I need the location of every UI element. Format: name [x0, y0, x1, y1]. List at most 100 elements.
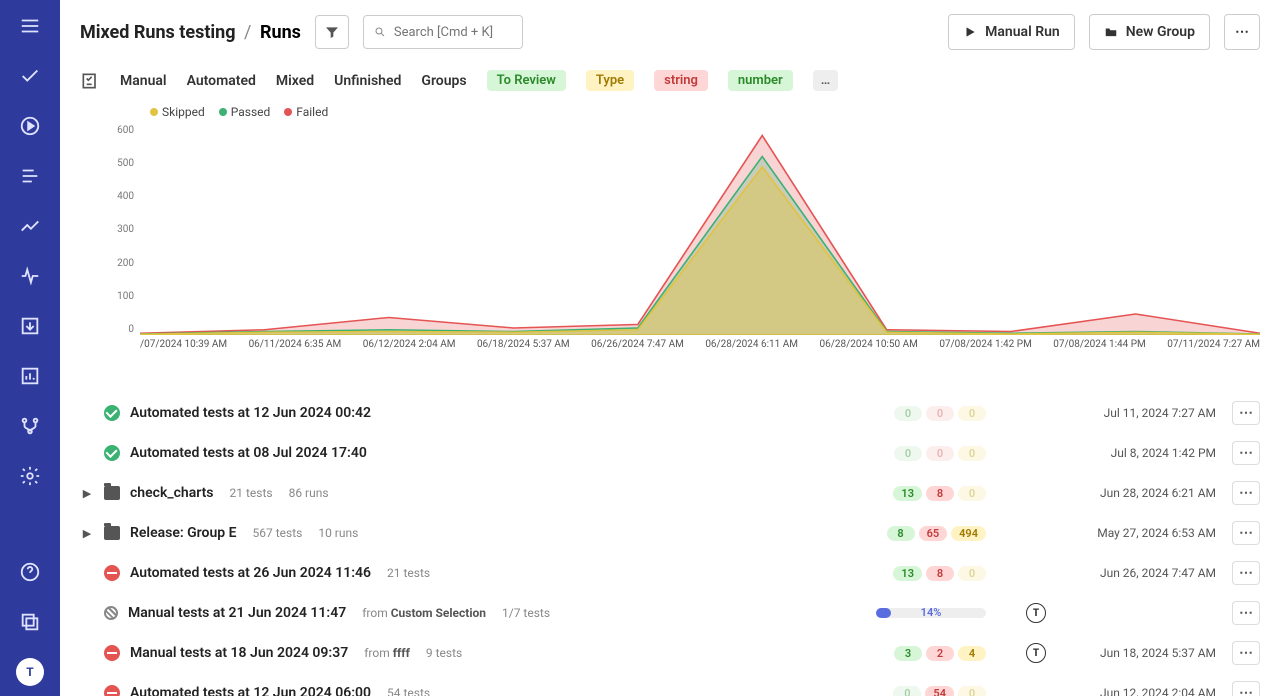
search-box[interactable] [363, 15, 523, 49]
folder-icon [104, 486, 120, 500]
row-menu-button[interactable]: ⋯ [1232, 561, 1260, 585]
run-tests: 9 tests [426, 646, 462, 660]
breadcrumb-parent[interactable]: Mixed Runs testing [80, 22, 236, 43]
run-tests: 21 tests [230, 486, 273, 500]
trend-icon[interactable] [16, 212, 44, 240]
run-from: from Custom Selection [362, 606, 486, 620]
run-runs: 86 runs [289, 486, 329, 500]
checklist-icon[interactable] [80, 71, 100, 91]
row-menu-button[interactable]: ⋯ [1232, 641, 1260, 665]
run-title: Release: Group E [130, 525, 237, 541]
pill-skipped: 4 [958, 646, 986, 661]
legend-skipped: Skipped [150, 105, 205, 119]
sidebar: T [0, 0, 60, 696]
run-tests: 567 tests [253, 526, 303, 540]
chevron-right-icon[interactable]: ▶ [80, 487, 94, 500]
pill-passed: 13 [893, 566, 922, 581]
list-icon[interactable] [16, 162, 44, 190]
run-row[interactable]: Automated tests at 12 Jun 2024 06:00 54 … [72, 673, 1268, 696]
run-row[interactable]: Manual tests at 21 Jun 2024 11:47 from C… [72, 593, 1268, 633]
pulse-icon[interactable] [16, 262, 44, 290]
check-icon[interactable] [16, 62, 44, 90]
tab-mixed[interactable]: Mixed [276, 73, 314, 89]
assignee-avatar[interactable]: T [1026, 643, 1046, 663]
breadcrumb-current: Runs [260, 22, 301, 43]
pill-skipped: 0 [958, 486, 986, 501]
row-menu-button[interactable]: ⋯ [1232, 601, 1260, 625]
run-date: Jul 8, 2024 1:42 PM [1056, 446, 1216, 460]
help-icon[interactable] [16, 558, 44, 586]
run-title: Automated tests at 12 Jun 2024 00:42 [130, 405, 371, 421]
tab-automated[interactable]: Automated [187, 73, 256, 89]
run-date: Jun 12, 2024 2:04 AM [1056, 686, 1216, 696]
row-menu-button[interactable]: ⋯ [1232, 481, 1260, 505]
run-date: Jul 11, 2024 7:27 AM [1056, 406, 1216, 420]
run-title: Manual tests at 18 Jun 2024 09:37 [130, 645, 348, 661]
pill-skipped: 494 [951, 526, 986, 541]
pill-skipped: 0 [958, 406, 986, 421]
run-row[interactable]: Automated tests at 12 Jun 2024 00:42 0 0… [72, 393, 1268, 433]
group-row[interactable]: ▶ Release: Group E 567 tests 10 runs 8 6… [72, 513, 1268, 553]
gear-icon[interactable] [16, 462, 44, 490]
chart: 6005004003002001000 /07/2024 10:39 AM06/… [140, 125, 1260, 385]
folder-plus-icon [1104, 25, 1118, 39]
run-row[interactable]: Automated tests at 08 Jul 2024 17:40 0 0… [72, 433, 1268, 473]
search-input[interactable] [394, 25, 512, 40]
run-row[interactable]: Automated tests at 26 Jun 2024 11:46 21 … [72, 553, 1268, 593]
run-title: Automated tests at 26 Jun 2024 11:46 [130, 565, 371, 581]
manual-run-button[interactable]: Manual Run [948, 14, 1075, 50]
row-menu-button[interactable]: ⋯ [1232, 401, 1260, 425]
pill-failed: 54 [925, 686, 954, 696]
pill-passed: 0 [894, 406, 922, 421]
pill-skipped: 0 [958, 446, 986, 461]
row-menu-button[interactable]: ⋯ [1232, 681, 1260, 696]
status-icon [104, 606, 118, 620]
run-date: Jun 28, 2024 6:21 AM [1056, 486, 1216, 500]
row-menu-button[interactable]: ⋯ [1232, 521, 1260, 545]
pill-passed: 3 [894, 646, 922, 661]
group-row[interactable]: ▶ check_charts 21 tests 86 runs 13 8 0 J… [72, 473, 1268, 513]
breadcrumb: Mixed Runs testing / Runs [80, 22, 301, 43]
status-pills: 13 8 0 [876, 566, 986, 581]
row-menu-button[interactable]: ⋯ [1232, 441, 1260, 465]
menu-icon[interactable] [16, 12, 44, 40]
assignee-avatar[interactable]: T [1026, 603, 1046, 623]
chip-number[interactable]: number [728, 70, 793, 91]
play-icon [963, 25, 977, 39]
run-title: Automated tests at 08 Jul 2024 17:40 [130, 445, 367, 461]
run-title: Automated tests at 12 Jun 2024 06:00 [130, 685, 371, 696]
play-circle-icon[interactable] [16, 112, 44, 140]
legend-failed: Failed [284, 105, 328, 119]
pill-failed: 8 [926, 486, 954, 501]
topbar: Mixed Runs testing / Runs Manual Run New… [60, 0, 1280, 64]
run-tests: 21 tests [387, 566, 430, 580]
breadcrumb-sep: / [244, 22, 251, 43]
pill-failed: 0 [926, 406, 954, 421]
new-group-button[interactable]: New Group [1089, 14, 1210, 50]
chip-to-review[interactable]: To Review [487, 70, 566, 91]
tab-unfinished[interactable]: Unfinished [334, 73, 401, 89]
status-pills: 3 2 4 [876, 646, 986, 661]
pill-skipped: 0 [958, 566, 986, 581]
pill-failed: 2 [926, 646, 954, 661]
copy-icon[interactable] [16, 608, 44, 636]
tab-groups[interactable]: Groups [421, 73, 466, 89]
avatar[interactable]: T [16, 658, 44, 686]
run-date: Jun 18, 2024 5:37 AM [1056, 646, 1216, 660]
status-icon [104, 645, 120, 661]
chip-string[interactable]: string [654, 70, 708, 91]
import-icon[interactable] [16, 312, 44, 340]
search-icon [374, 25, 386, 39]
more-button[interactable]: ⋯ [1224, 14, 1260, 50]
run-row[interactable]: Manual tests at 18 Jun 2024 09:37 from f… [72, 633, 1268, 673]
bar-chart-icon[interactable] [16, 362, 44, 390]
chip-more[interactable]: … [813, 70, 838, 91]
chevron-right-icon[interactable]: ▶ [80, 527, 94, 540]
folder-icon [104, 526, 120, 540]
filter-button[interactable] [315, 15, 349, 49]
pill-failed: 65 [919, 526, 948, 541]
chip-type[interactable]: Type [586, 70, 634, 91]
tab-manual[interactable]: Manual [120, 73, 167, 89]
branch-icon[interactable] [16, 412, 44, 440]
progress-bar: 14% [876, 608, 986, 618]
